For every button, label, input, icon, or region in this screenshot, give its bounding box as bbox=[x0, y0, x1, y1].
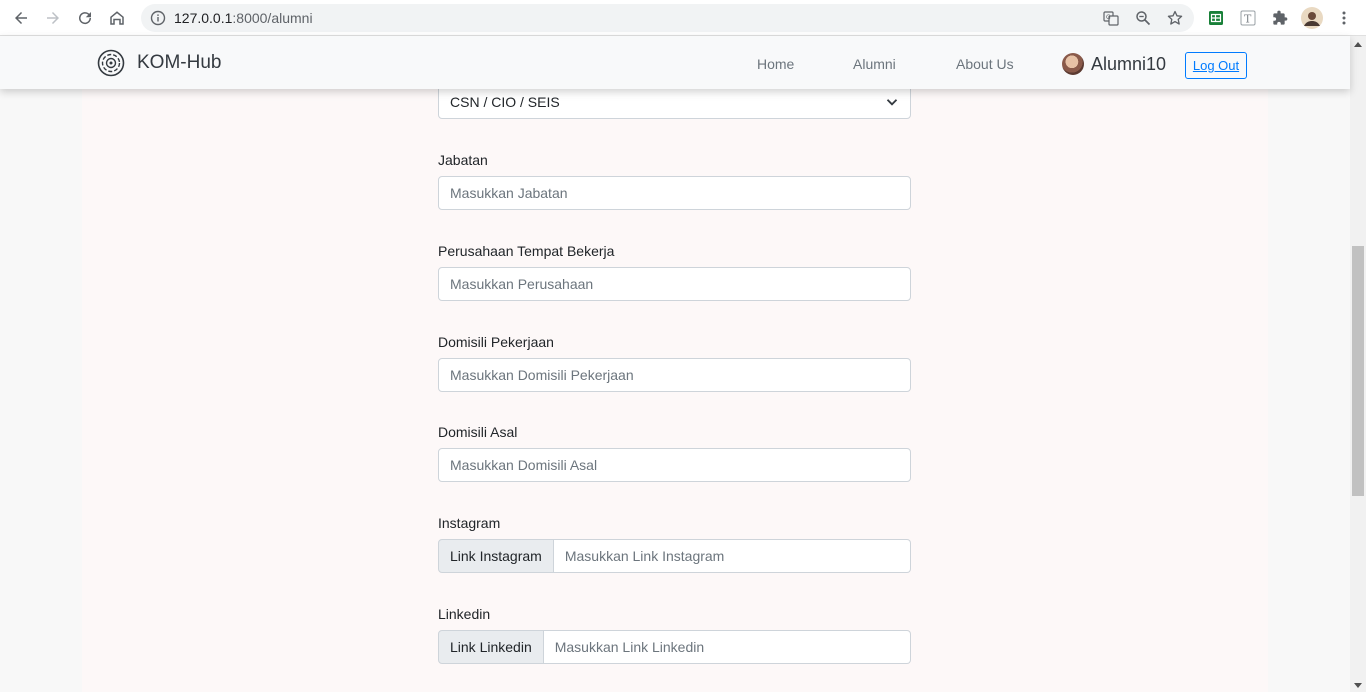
linkedin-addon: Link Linkedin bbox=[438, 630, 544, 664]
linkedin-input-group: Link Linkedin bbox=[438, 630, 911, 664]
logo-icon[interactable] bbox=[97, 49, 125, 77]
instagram-label: Instagram bbox=[438, 515, 501, 531]
site-navbar: KOM-Hub Home Alumni About Us Alumni10 Lo… bbox=[0, 36, 1350, 89]
zoom-icon[interactable] bbox=[1135, 10, 1151, 26]
jabatan-input[interactable] bbox=[438, 176, 911, 210]
back-icon[interactable] bbox=[9, 6, 33, 30]
department-select[interactable]: CSN / CIO / SEIS bbox=[438, 84, 911, 119]
nav-link-about-us[interactable]: About Us bbox=[956, 56, 1014, 72]
scroll-up-icon[interactable] bbox=[1354, 42, 1362, 47]
logout-button[interactable]: Log Out bbox=[1185, 52, 1247, 79]
domisili-pekerjaan-label: Domisili Pekerjaan bbox=[438, 334, 554, 350]
svg-text:G: G bbox=[1106, 14, 1111, 21]
nav-link-alumni[interactable]: Alumni bbox=[853, 56, 896, 72]
svg-text:T: T bbox=[1244, 13, 1252, 26]
url-text: 127.0.0.1:8000/alumni bbox=[174, 10, 313, 26]
home-icon[interactable] bbox=[105, 6, 129, 30]
brand-name[interactable]: KOM-Hub bbox=[137, 52, 221, 74]
text-icon[interactable]: T bbox=[1238, 8, 1258, 28]
sheets-icon[interactable] bbox=[1206, 8, 1226, 28]
instagram-input-group: Link Instagram bbox=[438, 539, 911, 573]
nav-link-home[interactable]: Home bbox=[757, 56, 794, 72]
chevron-down-icon bbox=[886, 99, 898, 106]
info-icon[interactable] bbox=[150, 10, 166, 26]
reload-icon[interactable] bbox=[73, 6, 97, 30]
instagram-addon: Link Instagram bbox=[438, 539, 554, 573]
extensions-icon[interactable] bbox=[1270, 8, 1290, 28]
perusahaan-input[interactable] bbox=[438, 267, 911, 301]
linkedin-label: Linkedin bbox=[438, 606, 491, 622]
jabatan-label: Jabatan bbox=[438, 152, 488, 168]
domisili-asal-input[interactable] bbox=[438, 448, 911, 482]
username[interactable]: Alumni10 bbox=[1091, 54, 1166, 75]
domisili-pekerjaan-input[interactable] bbox=[438, 358, 911, 392]
scroll-thumb[interactable] bbox=[1352, 246, 1364, 496]
page-content: CSN / CIO / SEIS Jabatan Perusahaan Temp… bbox=[0, 36, 1350, 692]
avatar[interactable] bbox=[1062, 53, 1084, 75]
page-scrollbar[interactable] bbox=[1350, 36, 1366, 692]
perusahaan-label: Perusahaan Tempat Bekerja bbox=[438, 243, 615, 259]
menu-icon[interactable] bbox=[1334, 8, 1354, 28]
instagram-input[interactable] bbox=[553, 539, 911, 573]
address-bar[interactable]: 127.0.0.1:8000/alumni G bbox=[141, 4, 1194, 32]
profile-icon[interactable] bbox=[1301, 7, 1323, 29]
linkedin-input[interactable] bbox=[543, 630, 911, 664]
scroll-down-icon[interactable] bbox=[1354, 683, 1362, 688]
forward-icon[interactable] bbox=[41, 6, 65, 30]
domisili-asal-label: Domisili Asal bbox=[438, 424, 518, 440]
translate-icon[interactable]: G bbox=[1103, 10, 1119, 26]
star-icon[interactable] bbox=[1167, 10, 1183, 26]
browser-toolbar: 127.0.0.1:8000/alumni G T bbox=[0, 0, 1366, 36]
department-select-value: CSN / CIO / SEIS bbox=[450, 94, 560, 110]
